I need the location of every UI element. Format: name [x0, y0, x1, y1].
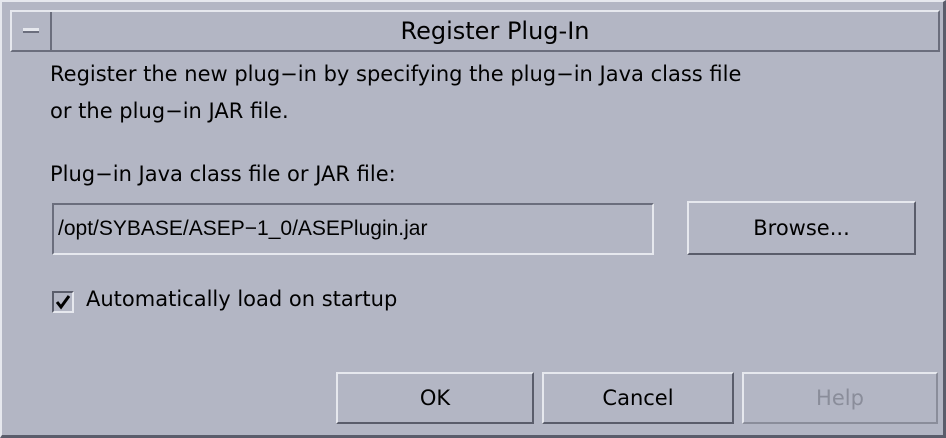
- description-line-2: or the plug−in JAR file.: [50, 99, 289, 123]
- file-field-label: Plug−in Java class file or JAR file:: [50, 162, 396, 186]
- file-path-input[interactable]: /opt/SYBASE/ASEP−1_0/ASEPlugin.jar: [52, 203, 654, 255]
- checkmark-icon: [55, 295, 71, 310]
- window-menu-icon: [23, 28, 39, 33]
- browse-button[interactable]: Browse...: [687, 201, 916, 255]
- ok-button[interactable]: OK: [336, 372, 534, 424]
- description-line-1: Register the new plug−in by specifying t…: [50, 62, 742, 86]
- register-plugin-dialog: Register Plug-In Register the new plug−i…: [0, 0, 946, 438]
- title-bar[interactable]: Register Plug-In: [10, 10, 940, 52]
- dialog-title: Register Plug-In: [400, 17, 590, 45]
- auto-load-label[interactable]: Automatically load on startup: [86, 287, 397, 311]
- cancel-button[interactable]: Cancel: [542, 372, 734, 424]
- help-button[interactable]: Help: [742, 372, 938, 424]
- auto-load-checkbox[interactable]: [52, 291, 74, 313]
- window-menu-button[interactable]: [12, 12, 52, 50]
